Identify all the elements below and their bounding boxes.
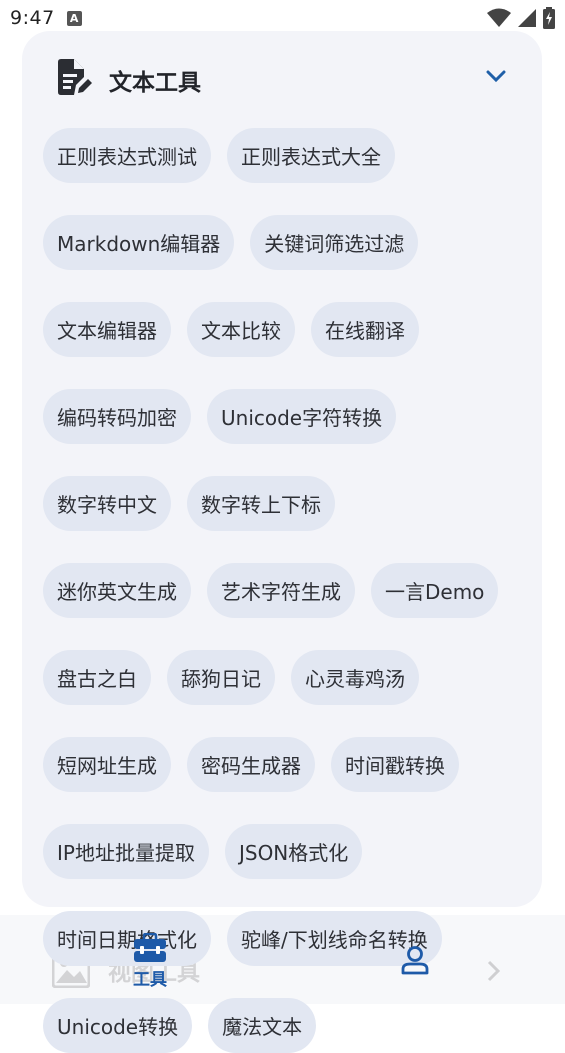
chip-text-compare[interactable]: 文本比较 bbox=[187, 302, 295, 357]
chip-unicode-convert[interactable]: Unicode转换 bbox=[43, 998, 193, 1053]
bottom-navigation: 工具 bbox=[0, 915, 565, 1004]
chip-password-generator[interactable]: 密码生成器 bbox=[187, 737, 315, 792]
chip-magic-text[interactable]: 魔法文本 bbox=[208, 998, 317, 1053]
chip-online-translate[interactable]: 在线翻译 bbox=[311, 302, 419, 357]
chip-encode-encrypt[interactable]: 编码转码加密 bbox=[43, 389, 191, 444]
notification-icon: A bbox=[66, 10, 82, 26]
chip-short-url[interactable]: 短网址生成 bbox=[43, 737, 171, 792]
signal-icon bbox=[518, 9, 536, 27]
user-icon bbox=[401, 946, 429, 975]
nav-tab-user[interactable] bbox=[400, 945, 430, 979]
battery-charging-icon bbox=[543, 7, 555, 29]
chip-hitokoto-demo[interactable]: 一言Demo bbox=[371, 563, 499, 618]
chip-unicode-char-convert[interactable]: Unicode字符转换 bbox=[207, 389, 397, 444]
chip-number-to-chinese[interactable]: 数字转中文 bbox=[43, 476, 171, 531]
chip-toxic-soup[interactable]: 心灵毒鸡汤 bbox=[291, 650, 419, 705]
toolbox-icon bbox=[134, 933, 166, 962]
chip-markdown-editor[interactable]: Markdown编辑器 bbox=[43, 215, 235, 270]
status-time: 9:47 bbox=[10, 7, 55, 29]
document-edit-icon bbox=[58, 59, 92, 95]
chip-art-chars[interactable]: 艺术字符生成 bbox=[207, 563, 355, 618]
text-tools-card: 文本工具 正则表达式测试 正则表达式大全 Markdown编辑器 关键词筛选过滤… bbox=[22, 31, 542, 1053]
chip-pangu-spacing[interactable]: 盘古之白 bbox=[43, 650, 151, 705]
chip-regex-test[interactable]: 正则表达式测试 bbox=[43, 128, 211, 183]
chip-regex-collection[interactable]: 正则表达式大全 bbox=[227, 128, 395, 183]
chip-number-to-script[interactable]: 数字转上下标 bbox=[187, 476, 335, 531]
chip-timestamp-convert[interactable]: 时间戳转换 bbox=[331, 737, 459, 792]
card-title: 文本工具 bbox=[109, 70, 201, 96]
chip-simp-diary[interactable]: 舔狗日记 bbox=[167, 650, 275, 705]
wifi-icon bbox=[487, 8, 511, 27]
chip-text-editor[interactable]: 文本编辑器 bbox=[43, 302, 171, 357]
nav-tab-tools-label: 工具 bbox=[133, 970, 167, 990]
chevron-down-icon[interactable] bbox=[486, 69, 506, 83]
chip-ip-extract[interactable]: IP地址批量提取 bbox=[43, 824, 209, 879]
chip-json-format[interactable]: JSON格式化 bbox=[224, 824, 363, 879]
nav-tab-tools[interactable]: 工具 bbox=[124, 933, 176, 993]
chip-mini-english[interactable]: 迷你英文生成 bbox=[43, 563, 191, 618]
chip-keyword-filter[interactable]: 关键词筛选过滤 bbox=[250, 215, 419, 270]
card-header[interactable]: 文本工具 bbox=[22, 31, 542, 126]
